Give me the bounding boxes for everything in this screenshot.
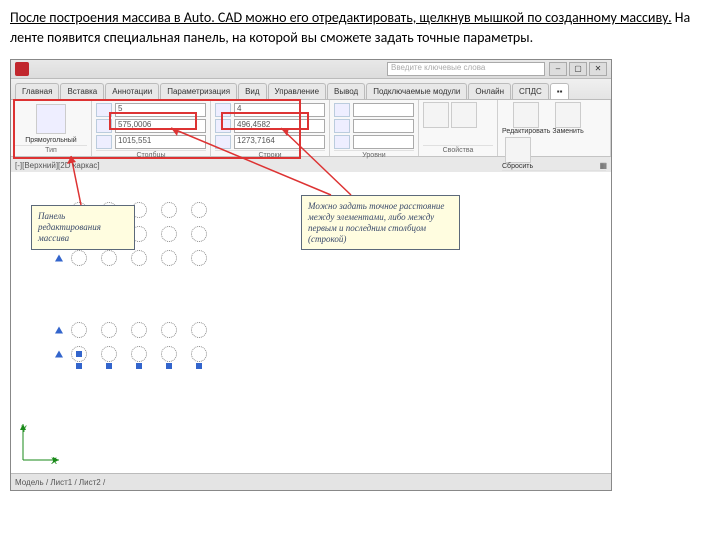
status-bar: Модель / Лист1 / Лист2 / — [11, 473, 611, 490]
array-type-label: Прямоугольный — [15, 137, 87, 144]
callout-distance: Можно задать точное расстояние между эле… — [301, 195, 460, 250]
tab-insert[interactable]: Вставка — [60, 83, 104, 99]
panel-rows: 4 496,4582 1273,7164 Строки — [211, 100, 330, 156]
prop-btn1[interactable] — [423, 102, 449, 128]
tab-home[interactable]: Главная — [15, 83, 59, 99]
cols-total-field[interactable]: 1015,551 — [115, 135, 206, 149]
rows-count-field[interactable]: 4 — [234, 103, 325, 117]
lvl-icon — [334, 103, 350, 117]
rows-between-field[interactable]: 496,4582 — [234, 119, 325, 133]
panel-props: Свойства — [419, 100, 498, 156]
cols-between-field[interactable]: 575,0006 — [115, 119, 206, 133]
help-search-input[interactable]: Введите ключевые слова — [387, 62, 545, 76]
tab-online[interactable]: Онлайн — [468, 83, 511, 99]
replace-item-button[interactable] — [555, 102, 581, 128]
tab-parametric[interactable]: Параметризация — [160, 83, 237, 99]
tab-manage[interactable]: Управление — [268, 83, 326, 99]
tab-array[interactable]: ▪▪ — [550, 83, 570, 99]
lvl-field3[interactable] — [353, 135, 414, 149]
minimize-button[interactable]: – — [549, 62, 567, 76]
autocad-screenshot: Введите ключевые слова – ▢ ✕ Главная Вст… — [10, 59, 612, 491]
panel-type: Прямоугольный Тип — [11, 100, 92, 156]
tab-annotate[interactable]: Аннотации — [105, 83, 159, 99]
viewcube-icon[interactable]: ▦ — [599, 161, 607, 170]
maximize-button[interactable]: ▢ — [569, 62, 587, 76]
lvl-field[interactable] — [353, 103, 414, 117]
app-logo-icon — [15, 62, 29, 76]
lvl-field2[interactable] — [353, 119, 414, 133]
edit-source-button[interactable] — [513, 102, 539, 128]
tab-spds[interactable]: СПДС — [512, 83, 549, 99]
lvl-icon3 — [334, 135, 350, 149]
ucs-icon: Y X — [21, 422, 61, 464]
panel-props-label: Свойства — [423, 145, 493, 154]
tab-output[interactable]: Вывод — [327, 83, 365, 99]
close-button[interactable]: ✕ — [589, 62, 607, 76]
panel-columns: 5 575,0006 1015,551 Столбцы — [92, 100, 211, 156]
ribbon-tabs: Главная Вставка Аннотации Параметризация… — [11, 79, 611, 100]
panel-levels-label: Уровни — [334, 150, 414, 159]
rows-between-icon — [215, 119, 231, 133]
callout-panel: Панель редактирования массива — [31, 205, 135, 249]
panel-params: Редактировать Заменить Сбросить Параметр… — [498, 100, 611, 156]
array-type-button[interactable] — [36, 104, 66, 134]
tab-addins[interactable]: Подключаемые модули — [366, 83, 467, 99]
ribbon: Прямоугольный Тип 5 575,0006 1015,551 Ст… — [11, 100, 611, 157]
layout-tabs[interactable]: Модель / Лист1 / Лист2 / — [15, 478, 105, 487]
panel-cols-label: Столбцы — [96, 150, 206, 159]
panel-levels: Уровни — [330, 100, 419, 156]
rows-count-icon — [215, 103, 231, 117]
viewport-label: [-][Верхний][2D каркас] — [15, 161, 100, 170]
prop-btn2[interactable] — [451, 102, 477, 128]
panel-type-label: Тип — [15, 145, 87, 154]
cols-between-icon — [96, 119, 112, 133]
lvl-icon2 — [334, 119, 350, 133]
intro-underlined: После построения массива в Auto. CAD мож… — [10, 9, 672, 26]
title-bar: Введите ключевые слова – ▢ ✕ — [11, 60, 611, 79]
tab-view[interactable]: Вид — [238, 83, 266, 99]
cols-total-icon — [96, 135, 112, 149]
intro-text: После построения массива в Auto. CAD мож… — [0, 0, 720, 55]
cols-count-icon — [96, 103, 112, 117]
rows-total-icon — [215, 135, 231, 149]
rows-total-field[interactable]: 1273,7164 — [234, 135, 325, 149]
panel-rows-label: Строки — [215, 150, 325, 159]
window-buttons: – ▢ ✕ — [549, 62, 607, 76]
cols-count-field[interactable]: 5 — [115, 103, 206, 117]
reset-button[interactable] — [505, 137, 531, 163]
